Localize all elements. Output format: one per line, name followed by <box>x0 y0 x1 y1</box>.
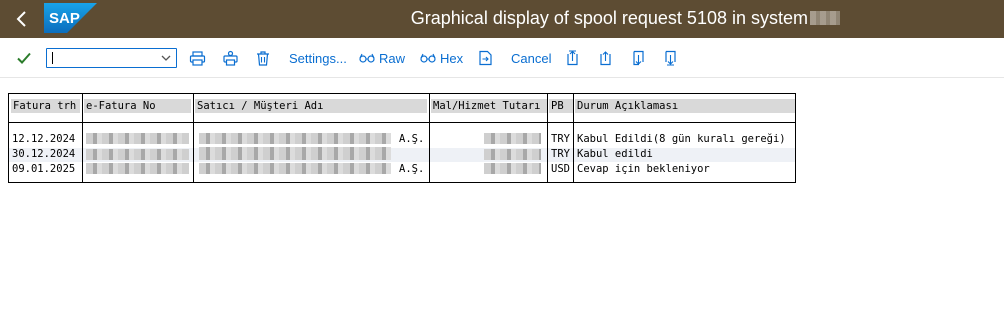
column-header-amount: Mal/Hizmet Tutarı <box>431 99 547 113</box>
printer-gear-icon <box>223 50 238 66</box>
redacted-amount <box>484 163 541 174</box>
table-cell-status: Kabul Edildi(8 gün kuralı gereği) <box>577 133 786 145</box>
hex-button[interactable]: Hex <box>420 47 463 69</box>
table-cell-date: 30.12.2024 <box>12 148 76 160</box>
column-header-name: Satıcı / Müşteri Adı <box>195 99 427 113</box>
trash-icon <box>257 50 269 66</box>
column-divider <box>82 93 83 183</box>
sap-logo: SAP <box>44 3 97 33</box>
column-divider <box>573 93 574 183</box>
export-button[interactable] <box>478 47 493 69</box>
text-cursor <box>52 52 53 64</box>
redacted-name <box>199 133 391 144</box>
raw-label: Raw <box>379 50 406 66</box>
column-header-date: Fatura trh <box>11 99 80 113</box>
redacted-invoice-no <box>86 149 189 160</box>
chevron-down-icon[interactable] <box>160 52 172 64</box>
back-arrow-icon[interactable] <box>12 8 32 30</box>
page-last-icon <box>665 50 676 66</box>
delete-button[interactable] <box>255 47 271 69</box>
settings-button[interactable]: Settings... <box>289 47 347 69</box>
settings-label: Settings... <box>289 50 347 66</box>
column-header-currency: PB <box>549 99 573 113</box>
cancel-label: Cancel <box>511 50 552 66</box>
glasses-icon <box>420 53 436 63</box>
column-header-invoice-no: e-Fatura No <box>84 99 191 113</box>
redacted-system-id <box>810 11 840 25</box>
redacted-invoice-no <box>86 163 189 174</box>
redacted-amount <box>484 149 541 160</box>
spool-table: Fatura trh e-Fatura No Satıcı / Müşteri … <box>8 93 796 183</box>
glasses-icon <box>359 53 375 63</box>
next-page-button[interactable] <box>631 47 646 69</box>
table-cell-name-suffix: A.Ş. <box>399 163 425 175</box>
sap-logo-text: SAP <box>49 10 80 27</box>
cancel-button[interactable]: Cancel <box>511 47 551 69</box>
table-cell-status: Cevap için bekleniyor <box>577 163 710 175</box>
document-export-icon <box>479 50 492 66</box>
page-up-icon <box>600 51 611 66</box>
header-divider <box>9 122 795 123</box>
enter-button[interactable] <box>16 47 32 69</box>
print-button[interactable] <box>189 47 206 69</box>
redacted-amount <box>484 133 541 144</box>
print-settings-button[interactable] <box>222 47 239 69</box>
window-title: Graphical display of spool request 5108 … <box>410 8 808 28</box>
table-cell-date: 09.01.2025 <box>12 163 76 175</box>
page-down-icon <box>633 50 644 66</box>
table-cell-date: 12.12.2024 <box>12 133 76 145</box>
hex-label: Hex <box>440 50 464 66</box>
checkmark-icon <box>17 52 31 64</box>
table-cell-name-suffix: A.Ş. <box>399 133 425 145</box>
last-page-button[interactable] <box>663 47 678 69</box>
redacted-name <box>199 147 391 160</box>
table-cell-currency: TRY <box>551 148 570 160</box>
column-divider <box>547 93 548 183</box>
application-toolbar: Settings... Raw Hex Cancel <box>0 38 1004 78</box>
column-divider <box>193 93 194 183</box>
page-first-icon <box>567 50 578 66</box>
table-cell-status: Kabul edildi <box>577 148 653 160</box>
table-cell-currency: USD <box>551 163 570 175</box>
title-bar: SAP Graphical display of spool request 5… <box>0 0 1004 38</box>
column-divider <box>429 93 430 183</box>
raw-button[interactable]: Raw <box>359 47 405 69</box>
first-page-button[interactable] <box>565 47 580 69</box>
previous-page-button[interactable] <box>598 47 613 69</box>
table-cell-currency: TRY <box>551 133 570 145</box>
command-field[interactable] <box>46 48 177 68</box>
column-header-status: Durum Açıklaması <box>575 99 795 113</box>
printer-icon <box>189 50 206 66</box>
redacted-invoice-no <box>86 133 189 144</box>
redacted-name <box>199 163 391 174</box>
